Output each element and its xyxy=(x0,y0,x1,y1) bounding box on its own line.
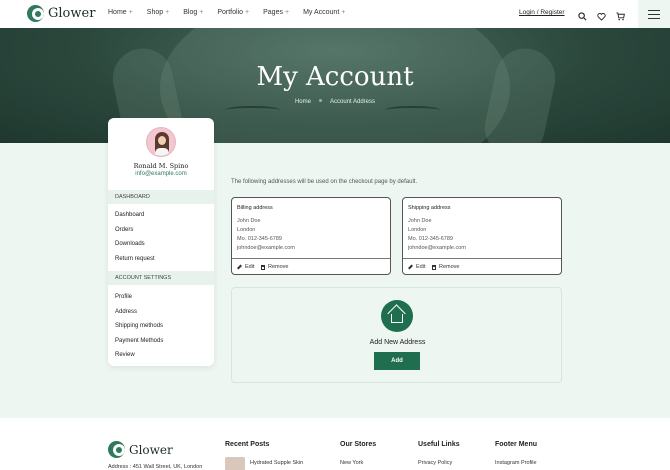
recent-post-thumbnail[interactable] xyxy=(225,457,245,470)
nav-item-shop[interactable]: Shop + xyxy=(147,9,169,16)
brand-logo[interactable]: Glower xyxy=(27,5,95,22)
hero-banner: My Account Home Account Address xyxy=(0,28,670,143)
nav-item-blog[interactable]: Blog + xyxy=(183,9,203,16)
dashboard-heading: DASHBOARD xyxy=(108,190,214,204)
recent-post-link[interactable]: Hydrated Supple Skin xyxy=(250,460,303,466)
search-icon[interactable] xyxy=(578,8,587,21)
add-new-address-title: Add New Address xyxy=(369,339,426,346)
breadcrumb: Home Account Address xyxy=(0,99,670,105)
header-icons xyxy=(578,8,625,21)
logo-icon xyxy=(108,441,125,458)
footer-link-instagram-profile[interactable]: Instagram Profile xyxy=(495,460,537,466)
site-footer: Glower Address : 451 Wall Street, UK, Lo… xyxy=(0,418,670,470)
shipping-email: johndoe@example.com xyxy=(408,245,466,251)
billing-address-card: Billing address John Doe London Mo. 012-… xyxy=(231,197,391,275)
shipping-edit-button[interactable]: Edit xyxy=(408,264,425,270)
sidebar-item-dashboard[interactable]: Dashboard xyxy=(115,212,144,218)
nav-item-home[interactable]: Home + xyxy=(108,9,133,16)
logo-icon xyxy=(27,5,44,22)
nav-item-portfolio[interactable]: Portfolio + xyxy=(217,9,249,16)
footer-logo[interactable]: Glower xyxy=(108,441,173,458)
shipping-address-title: Shipping address xyxy=(408,205,451,211)
shipping-city: London xyxy=(408,227,427,233)
sidebar-item-profile[interactable]: Profile xyxy=(115,294,132,300)
hero-image-eye-left xyxy=(225,106,280,114)
footer-link-privacy-policy[interactable]: Privacy Policy xyxy=(418,460,452,466)
sidebar-item-review[interactable]: Review xyxy=(115,352,135,358)
pencil-icon xyxy=(408,264,413,270)
footer-link-new-york[interactable]: New York xyxy=(340,460,363,466)
user-name: Ronald M. Spino xyxy=(133,162,189,170)
hero-image-eye-right xyxy=(385,106,440,114)
shipping-address-card: Shipping address John Doe London Mo. 012… xyxy=(402,197,562,275)
sidebar-item-orders[interactable]: Orders xyxy=(115,227,133,233)
cart-icon[interactable] xyxy=(616,8,625,21)
trash-icon xyxy=(432,264,436,270)
billing-edit-button[interactable]: Edit xyxy=(237,264,254,270)
site-header: Glower Home + Shop + Blog + Portfolio + Page… xyxy=(0,0,670,28)
sidebar-item-payment-methods[interactable]: Payment Methods xyxy=(115,338,163,344)
billing-address-title: Billing address xyxy=(237,205,273,211)
trash-icon xyxy=(261,264,265,270)
footer-heading-recent-posts: Recent Posts xyxy=(225,441,270,448)
billing-email: johndoe@example.com xyxy=(237,245,295,251)
login-register-link[interactable]: Login / Register xyxy=(519,9,565,16)
sidebar-item-shipping-methods[interactable]: Shipping methods xyxy=(115,323,163,329)
account-sidebar: Ronald M. Spino info@example.com DASHBOA… xyxy=(108,118,214,366)
nav-item-my-account[interactable]: My Account + xyxy=(303,9,345,16)
account-settings-heading: ACCOUNT SETTINGS xyxy=(108,271,214,285)
nav-item-pages[interactable]: Pages + xyxy=(263,9,289,16)
billing-name: John Doe xyxy=(237,218,261,224)
footer-heading-our-stores: Our Stores xyxy=(340,441,377,448)
footer-address: Address : 451 Wall Street, UK, London xyxy=(108,464,203,470)
card-divider xyxy=(403,258,561,259)
add-new-address-panel: Add New Address Add xyxy=(231,287,562,383)
footer-heading-footer-menu: Footer Menu xyxy=(495,441,537,448)
card-divider xyxy=(232,258,390,259)
shipping-name: John Doe xyxy=(408,218,432,224)
breadcrumb-current: Account Address xyxy=(329,99,376,105)
heart-icon[interactable] xyxy=(597,8,606,21)
menu-icon[interactable] xyxy=(638,0,670,28)
pencil-icon xyxy=(237,264,242,270)
page-title: My Account xyxy=(256,62,414,92)
sidebar-item-return-request[interactable]: Return request xyxy=(115,256,155,262)
billing-city: London xyxy=(237,227,256,233)
avatar xyxy=(146,127,176,157)
shipping-remove-button[interactable]: Remove xyxy=(432,264,459,270)
billing-remove-button[interactable]: Remove xyxy=(261,264,288,270)
home-add-icon xyxy=(381,300,413,332)
add-address-button[interactable]: Add xyxy=(374,352,420,370)
address-intro-text: The following addresses will be used on … xyxy=(231,179,418,185)
sidebar-item-downloads[interactable]: Downloads xyxy=(115,241,145,247)
billing-phone: Mo. 012-345-6789 xyxy=(237,236,282,242)
shipping-phone: Mo. 012-345-6789 xyxy=(408,236,453,242)
brand-name: Glower xyxy=(48,6,96,21)
breadcrumb-separator xyxy=(318,99,322,102)
breadcrumb-home[interactable]: Home xyxy=(295,99,311,105)
footer-brand-name: Glower xyxy=(129,442,173,457)
user-email[interactable]: info@example.com xyxy=(108,171,214,177)
footer-heading-useful-links: Useful Links xyxy=(418,441,460,448)
main-nav: Home + Shop + Blog + Portfolio + Pages + My A… xyxy=(108,9,359,16)
sidebar-item-address[interactable]: Address xyxy=(115,309,137,315)
